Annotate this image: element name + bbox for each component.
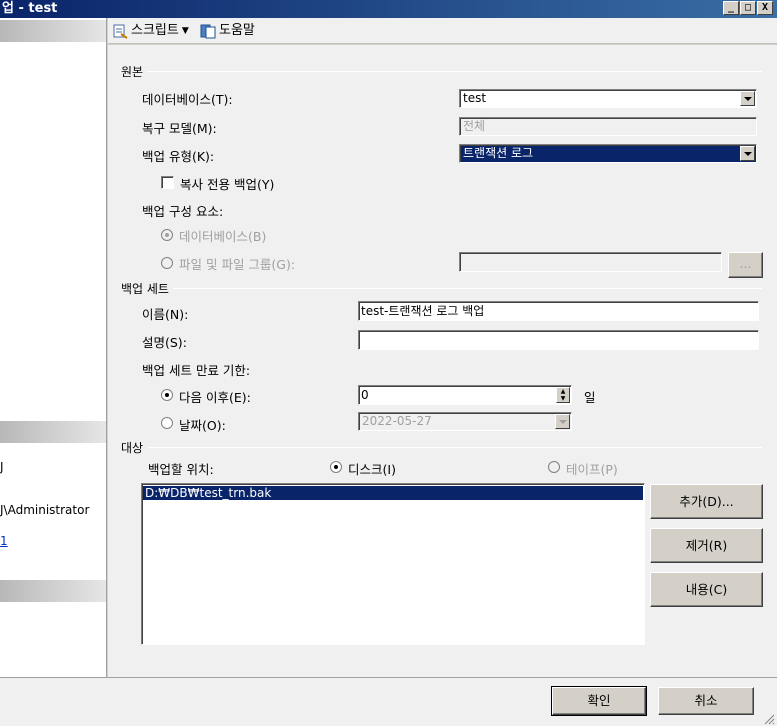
component-files-label: 파일 및 파일 그룹(G): bbox=[179, 257, 296, 272]
spinner-icon[interactable]: ▲ ▼ bbox=[556, 387, 570, 403]
tape-radio[interactable] bbox=[548, 461, 560, 473]
list-item[interactable]: D:₩DB₩test_trn.bak bbox=[143, 486, 643, 500]
component-label: 백업 구성 요소: bbox=[142, 204, 224, 219]
main-panel: 원본 데이터베이스(T): test 복구 모델(M): 전체 백업 유형(K)… bbox=[108, 45, 777, 677]
server-name: J bbox=[0, 460, 4, 474]
destination-list[interactable]: D:₩DB₩test_trn.bak bbox=[141, 483, 645, 645]
description-input[interactable] bbox=[358, 330, 759, 350]
connection-link[interactable]: 1 bbox=[0, 534, 8, 548]
close-button[interactable]: X bbox=[757, 1, 773, 15]
backup-type-select[interactable]: 트랜잭션 로그 bbox=[459, 144, 757, 163]
remove-button[interactable]: 제거(R) bbox=[650, 528, 763, 563]
backup-type-value: 트랜잭션 로그 bbox=[463, 146, 534, 160]
progress-header bbox=[0, 580, 106, 602]
help-label: 도움말 bbox=[219, 23, 255, 38]
backup-set-divider bbox=[172, 288, 762, 289]
expire-label: 백업 세트 만료 기한: bbox=[142, 363, 251, 378]
expire-date-value: 2022-05-27 bbox=[362, 414, 432, 428]
expire-unit: 일 bbox=[584, 390, 596, 405]
connection-user: J\Administrator bbox=[0, 503, 90, 517]
left-panel: J J\Administrator 1 bbox=[0, 18, 107, 677]
ok-button[interactable]: 확인 bbox=[551, 686, 647, 716]
expire-days-input[interactable]: 0 ▲ ▼ bbox=[358, 385, 572, 405]
expire-days-value: 0 bbox=[361, 388, 369, 402]
files-field bbox=[459, 252, 722, 272]
chevron-down-icon bbox=[740, 91, 755, 106]
backup-set-section-title: 백업 세트 bbox=[121, 280, 173, 297]
help-icon bbox=[200, 24, 216, 39]
tape-label: 테이프(P) bbox=[566, 462, 618, 477]
recovery-value: 전체 bbox=[463, 119, 486, 133]
footer-bar: 확인 취소 bbox=[0, 677, 777, 726]
disk-label: 디스크(I) bbox=[348, 462, 396, 477]
expire-after-radio[interactable] bbox=[161, 389, 173, 401]
database-label: 데이터베이스(T): bbox=[142, 92, 233, 107]
add-button[interactable]: 추가(D)... bbox=[650, 484, 763, 519]
expire-date-picker: 2022-05-27 bbox=[358, 412, 572, 431]
database-value: test bbox=[463, 91, 487, 105]
description-label: 설명(S): bbox=[142, 335, 187, 350]
chevron-down-icon bbox=[740, 146, 755, 161]
chevron-down-icon bbox=[555, 414, 570, 429]
copy-only-checkbox[interactable] bbox=[161, 176, 174, 189]
name-label: 이름(N): bbox=[142, 307, 189, 322]
destination-divider bbox=[148, 447, 762, 448]
destination-section-title: 대상 bbox=[121, 439, 148, 456]
maximize-button[interactable]: □ bbox=[740, 1, 756, 15]
script-label: 스크립트 bbox=[131, 23, 179, 38]
recovery-model-field: 전체 bbox=[459, 117, 757, 136]
backup-name-input[interactable]: test-트랜잭션 로그 백업 bbox=[358, 301, 759, 321]
copy-only-label: 복사 전용 백업(Y) bbox=[180, 177, 275, 192]
browse-files-button[interactable]: ... bbox=[728, 252, 763, 278]
expire-on-label: 날짜(O): bbox=[179, 418, 226, 433]
title-bar: 업 - test bbox=[0, 0, 777, 18]
component-files-radio[interactable] bbox=[161, 257, 173, 269]
cancel-button[interactable]: 취소 bbox=[658, 687, 754, 715]
disk-radio[interactable] bbox=[330, 461, 342, 473]
toolbar: 스크립트 ▼ 도움말 bbox=[108, 18, 777, 44]
contents-button[interactable]: 내용(C) bbox=[650, 572, 763, 607]
connection-header bbox=[0, 421, 106, 443]
resize-grip-icon[interactable] bbox=[763, 713, 775, 725]
window-title: 업 - test bbox=[2, 1, 58, 16]
chevron-down-icon: ▼ bbox=[181, 26, 189, 36]
database-select[interactable]: test bbox=[459, 89, 757, 108]
recovery-label: 복구 모델(M): bbox=[142, 121, 217, 136]
source-divider bbox=[146, 71, 762, 72]
minimize-button[interactable]: _ bbox=[723, 1, 739, 15]
backup-to-label: 백업할 위치: bbox=[148, 462, 214, 477]
help-button[interactable]: 도움말 bbox=[200, 22, 255, 40]
source-section-title: 원본 bbox=[121, 63, 148, 80]
component-database-label: 데이터베이스(B) bbox=[179, 229, 267, 244]
expire-on-radio[interactable] bbox=[161, 417, 173, 429]
expire-after-label: 다음 이후(E): bbox=[179, 390, 251, 405]
component-database-radio[interactable] bbox=[161, 229, 173, 241]
backup-type-label: 백업 유형(K): bbox=[142, 149, 215, 164]
script-icon bbox=[113, 24, 128, 39]
script-button[interactable]: 스크립트 ▼ bbox=[112, 22, 189, 40]
page-select-header bbox=[0, 20, 106, 42]
